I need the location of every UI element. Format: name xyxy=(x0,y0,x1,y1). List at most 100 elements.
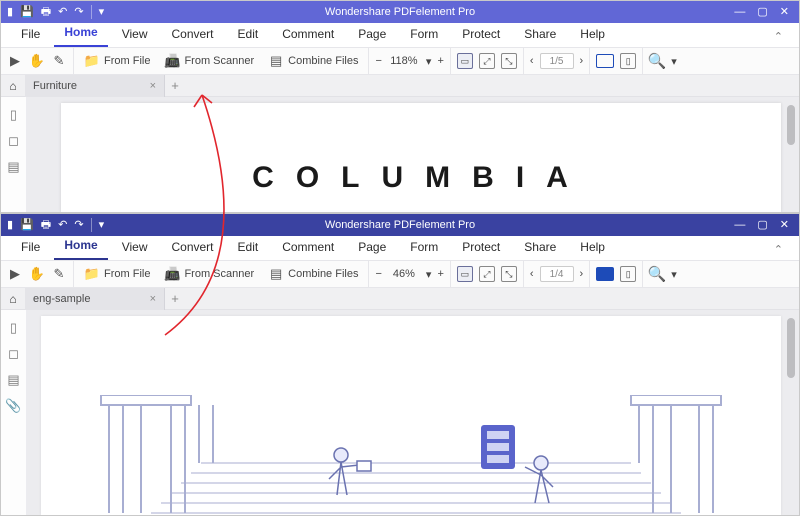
comments-icon[interactable]: ▤ xyxy=(7,372,19,388)
zoom-in-button[interactable]: + xyxy=(437,55,443,67)
menu-share[interactable]: Share xyxy=(514,23,566,47)
menu-help[interactable]: Help xyxy=(570,23,615,47)
search-dropdown-icon[interactable]: ▾ xyxy=(671,268,677,281)
prev-page-button[interactable]: ‹ xyxy=(530,55,534,67)
menu-convert[interactable]: Convert xyxy=(161,236,223,260)
pointer-tool-icon[interactable]: ▶ xyxy=(7,266,23,282)
print-icon[interactable]: 🖶 xyxy=(41,7,51,18)
fit-page-icon[interactable]: ▭ xyxy=(457,266,473,282)
zoom-dropdown-icon[interactable]: ▾ xyxy=(426,55,432,68)
page-viewport[interactable]: COLUMBIA xyxy=(27,97,799,212)
screenshot-icon[interactable] xyxy=(596,267,614,281)
combine-files-button[interactable]: ▤ Combine Files xyxy=(264,50,362,72)
fit-width-icon[interactable]: ⤢ xyxy=(479,53,495,69)
menu-page[interactable]: Page xyxy=(348,23,396,47)
menu-form[interactable]: Form xyxy=(400,236,448,260)
menu-home[interactable]: Home xyxy=(54,21,107,47)
thumbnails-icon[interactable]: ▯ xyxy=(10,320,17,336)
page-viewport[interactable] xyxy=(27,310,799,515)
next-page-button[interactable]: › xyxy=(580,55,584,67)
redo-icon[interactable]: ↷ xyxy=(74,220,83,231)
new-tab-button[interactable]: + xyxy=(165,291,185,306)
titlebar[interactable]: ▮ 💾 🖶 ↶ ↷ ▾ Wondershare PDFelement Pro —… xyxy=(1,214,799,236)
tab-home-icon[interactable]: ⌂ xyxy=(1,292,25,306)
page-number-input[interactable]: 1/4 xyxy=(540,266,574,282)
screenshot-icon[interactable] xyxy=(596,54,614,68)
document-tab[interactable]: eng-sample × xyxy=(25,288,165,310)
document-tab[interactable]: Furniture × xyxy=(25,75,165,97)
read-mode-icon[interactable]: ▯ xyxy=(620,266,636,282)
from-file-button[interactable]: 📁 From File xyxy=(80,263,154,285)
zoom-value[interactable]: 46% xyxy=(388,268,420,280)
zoom-out-button[interactable]: − xyxy=(375,268,381,280)
zoom-out-button[interactable]: − xyxy=(375,55,381,67)
undo-icon[interactable]: ↶ xyxy=(58,220,67,231)
bookmarks-icon[interactable]: ◻ xyxy=(8,133,19,149)
zoom-value[interactable]: 118% xyxy=(388,55,420,67)
redo-icon[interactable]: ↷ xyxy=(74,7,83,18)
save-icon[interactable]: 💾 xyxy=(20,220,34,231)
undo-icon[interactable]: ↶ xyxy=(58,7,67,18)
menu-comment[interactable]: Comment xyxy=(272,23,344,47)
tab-home-icon[interactable]: ⌂ xyxy=(1,79,25,93)
zoom-in-button[interactable]: + xyxy=(437,268,443,280)
collapse-ribbon-icon[interactable]: ⌃ xyxy=(768,26,789,47)
from-file-button[interactable]: 📁 From File xyxy=(80,50,154,72)
vertical-scrollbar[interactable] xyxy=(787,105,795,204)
menu-convert[interactable]: Convert xyxy=(161,23,223,47)
collapse-ribbon-icon[interactable]: ⌃ xyxy=(768,239,789,260)
menu-home[interactable]: Home xyxy=(54,234,107,260)
maximize-button[interactable]: ▢ xyxy=(757,7,767,18)
prev-page-button[interactable]: ‹ xyxy=(530,268,534,280)
attachments-icon[interactable]: 📎 xyxy=(5,398,21,414)
page-number-input[interactable]: 1/5 xyxy=(540,53,574,69)
menu-protect[interactable]: Protect xyxy=(452,236,510,260)
actual-size-icon[interactable]: ⤡ xyxy=(501,266,517,282)
read-mode-icon[interactable]: ▯ xyxy=(620,53,636,69)
edit-tool-icon[interactable]: ✎ xyxy=(51,266,67,282)
qat-dropdown-icon[interactable]: ▾ xyxy=(99,7,105,18)
menu-edit[interactable]: Edit xyxy=(228,236,269,260)
menu-protect[interactable]: Protect xyxy=(452,23,510,47)
combine-files-button[interactable]: ▤ Combine Files xyxy=(264,263,362,285)
search-icon[interactable]: 🔍 xyxy=(649,53,665,69)
search-dropdown-icon[interactable]: ▾ xyxy=(671,55,677,68)
close-button[interactable]: ✕ xyxy=(780,220,789,231)
next-page-button[interactable]: › xyxy=(580,268,584,280)
close-tab-icon[interactable]: × xyxy=(150,293,156,305)
close-button[interactable]: ✕ xyxy=(780,7,789,18)
menu-help[interactable]: Help xyxy=(570,236,615,260)
fit-page-icon[interactable]: ▭ xyxy=(457,53,473,69)
menu-edit[interactable]: Edit xyxy=(228,23,269,47)
menu-view[interactable]: View xyxy=(112,23,158,47)
scrollbar-thumb[interactable] xyxy=(787,105,795,145)
new-tab-button[interactable]: + xyxy=(165,78,185,93)
minimize-button[interactable]: — xyxy=(734,7,745,18)
print-icon[interactable]: 🖶 xyxy=(41,220,51,231)
edit-tool-icon[interactable]: ✎ xyxy=(51,53,67,69)
maximize-button[interactable]: ▢ xyxy=(757,220,767,231)
from-scanner-button[interactable]: 📠 From Scanner xyxy=(160,263,258,285)
qat-dropdown-icon[interactable]: ▾ xyxy=(99,220,105,231)
thumbnails-icon[interactable]: ▯ xyxy=(10,107,17,123)
zoom-dropdown-icon[interactable]: ▾ xyxy=(426,268,432,281)
menu-file[interactable]: File xyxy=(11,236,50,260)
menu-view[interactable]: View xyxy=(112,236,158,260)
from-scanner-button[interactable]: 📠 From Scanner xyxy=(160,50,258,72)
menu-form[interactable]: Form xyxy=(400,23,448,47)
comments-icon[interactable]: ▤ xyxy=(7,159,19,175)
close-tab-icon[interactable]: × xyxy=(150,80,156,92)
menu-page[interactable]: Page xyxy=(348,236,396,260)
hand-tool-icon[interactable]: ✋ xyxy=(29,266,45,282)
hand-tool-icon[interactable]: ✋ xyxy=(29,53,45,69)
minimize-button[interactable]: — xyxy=(734,220,745,231)
fit-width-icon[interactable]: ⤢ xyxy=(479,266,495,282)
menu-comment[interactable]: Comment xyxy=(272,236,344,260)
titlebar[interactable]: ▮ 💾 🖶 ↶ ↷ ▾ Wondershare PDFelement Pro —… xyxy=(1,1,799,23)
search-icon[interactable]: 🔍 xyxy=(649,266,665,282)
bookmarks-icon[interactable]: ◻ xyxy=(8,346,19,362)
vertical-scrollbar[interactable] xyxy=(787,318,795,507)
save-icon[interactable]: 💾 xyxy=(20,7,34,18)
actual-size-icon[interactable]: ⤡ xyxy=(501,53,517,69)
menu-file[interactable]: File xyxy=(11,23,50,47)
